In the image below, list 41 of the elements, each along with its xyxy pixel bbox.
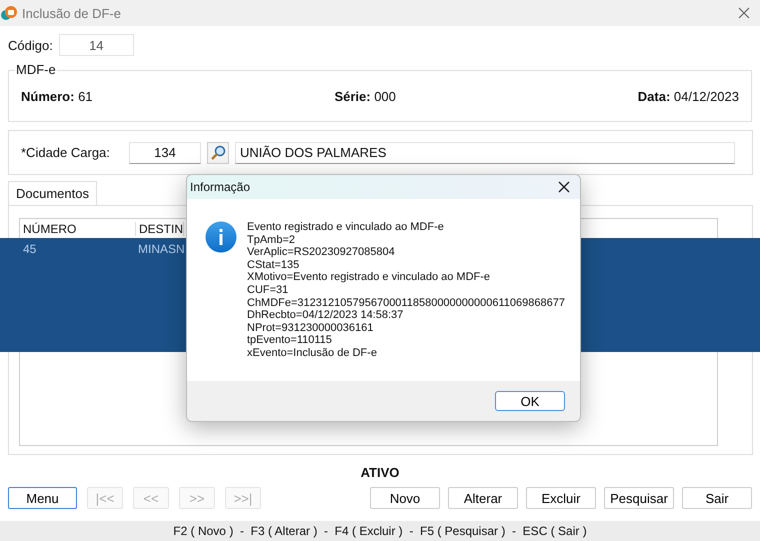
- action-button[interactable]: Excluir: [526, 487, 596, 509]
- action-button[interactable]: Alterar: [448, 487, 518, 509]
- search-button[interactable]: [207, 142, 229, 164]
- search-icon: [210, 144, 226, 160]
- column-header: NÚMERO: [20, 222, 136, 236]
- close-icon[interactable]: [558, 181, 570, 193]
- info-icon: [205, 221, 237, 253]
- message-line: XMotivo=Evento registrado e vinculado ao MDF-e: [247, 271, 492, 284]
- message-line: NProt=931230000036161: [247, 322, 374, 334]
- mdfe-field: Número: 61: [21, 88, 93, 104]
- message-line: TpAmb=2: [247, 234, 296, 246]
- action-button[interactable]: Novo: [370, 487, 440, 509]
- menu-button[interactable]: Menu: [8, 487, 77, 509]
- table-cell-text: MINASN: [137, 242, 185, 256]
- group-legend: MDF-e: [15, 62, 57, 77]
- shortcut-text: F2 ( Novo ) - F3 ( Alterar ) - F4 ( Excluir ) - F5 ( Pesquisar ) - ESC ( Sair ): [173, 524, 587, 538]
- window-title: Inclusão de DF-e: [22, 6, 122, 20]
- codigo-label: Código:: [8, 38, 53, 52]
- codigo-field[interactable]: 14: [58, 34, 134, 56]
- cidade-code-field[interactable]: 134: [129, 142, 201, 164]
- message-line: CStat=135: [247, 258, 300, 272]
- message-line: ChMDFe=31231210579567000118580000000000611069868677: [247, 296, 565, 310]
- dialog-title: Informação: [190, 180, 250, 194]
- action-button[interactable]: Pesquisar: [604, 487, 674, 509]
- message-line: Evento registrado e vinculado ao MDF-e: [247, 221, 445, 234]
- table-cell-text: 45: [22, 242, 38, 256]
- ok-button[interactable]: OK: [495, 391, 565, 411]
- column-header: DESTIN: [136, 222, 184, 236]
- app-logo-icon: [0, 5, 18, 21]
- status-label: ATIVO: [360, 465, 400, 480]
- message-line: DhRecbto=04/12/2023 14:58:37: [247, 309, 404, 322]
- message-line: xEvento=Inclusão de DF-e: [247, 346, 378, 360]
- action-button[interactable]: Sair: [682, 487, 752, 509]
- mdfe-field: Série: 000: [334, 88, 396, 104]
- cidade-name-field[interactable]: UNIÃO DOS PALMARES: [235, 142, 735, 164]
- cidade-label: *Cidade Carga:: [21, 145, 111, 160]
- message-line: VerAplic=RS20230927085804: [247, 246, 396, 259]
- message-line: CUF=31: [247, 284, 290, 297]
- mdfe-field: Data: 04/12/2023: [638, 88, 739, 104]
- tab[interactable]: Documentos: [8, 181, 97, 205]
- message-line: tpEvento=110115: [247, 334, 333, 347]
